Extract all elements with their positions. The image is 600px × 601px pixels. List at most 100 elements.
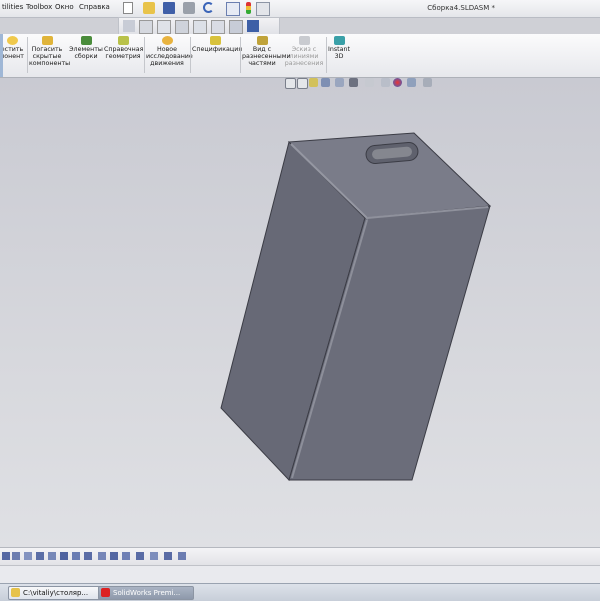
hide-components-button[interactable]: Погасить скрытые компоненты <box>29 36 70 67</box>
exploded-view-button[interactable]: Вид с разнесенными частями <box>242 36 291 67</box>
insert-component-button[interactable]: естить понент <box>0 36 24 60</box>
hide-show-items-icon[interactable] <box>365 78 374 87</box>
insert-component-icon <box>6 36 18 45</box>
undo-icon[interactable] <box>203 2 214 13</box>
bom-icon[interactable] <box>247 20 259 32</box>
exploded-view-label1: Вид с <box>252 46 272 53</box>
reference-geometry-label2: геометрия <box>105 53 141 60</box>
taskbar-solidworks-button[interactable]: SolidWorks Premi... <box>98 586 194 600</box>
bottom-tool-icon[interactable] <box>178 552 186 560</box>
taskbar-folder-label: C:\vitaliy\столяр... <box>23 589 89 597</box>
explode-line-label2: линиями <box>289 53 319 60</box>
bottom-tool-icon[interactable] <box>110 552 118 560</box>
reference-geometry-label1: Справочная <box>104 46 144 53</box>
graphics-area[interactable] <box>0 78 600 547</box>
bottom-tool-icon[interactable] <box>98 552 106 560</box>
reference-geometry-button[interactable]: Справочная геометрия <box>104 36 144 60</box>
ribbon-separator <box>27 37 28 73</box>
bill-of-materials-button[interactable]: Спецификация <box>192 36 242 53</box>
bottom-tool-icon[interactable] <box>48 552 56 560</box>
bottom-tool-icon[interactable] <box>72 552 80 560</box>
hide-components-label3: компоненты <box>29 60 71 67</box>
bottom-tool-icon[interactable] <box>122 552 130 560</box>
zoom-to-area-icon[interactable] <box>297 78 308 89</box>
ribbon-separator <box>240 37 241 73</box>
bottom-tool-icon[interactable] <box>60 552 68 560</box>
bottom-tool-icon[interactable] <box>36 552 44 560</box>
bom-table-icon <box>209 36 221 45</box>
previous-view-icon[interactable] <box>309 78 318 87</box>
more-options-icon[interactable] <box>423 78 432 87</box>
menu-window[interactable]: Окно <box>55 3 74 11</box>
select-cursor-icon[interactable] <box>226 2 240 16</box>
new-document-icon[interactable] <box>123 2 133 14</box>
edit-appearance-icon[interactable] <box>381 78 390 87</box>
solidworks-icon <box>101 588 110 597</box>
zoom-to-fit-icon[interactable] <box>285 78 296 89</box>
motion-study-icon <box>161 36 173 45</box>
explode-line-label1: Эскиз с <box>291 46 317 53</box>
menu-utilities[interactable]: tilities <box>2 3 23 11</box>
exploded-view-icon <box>256 36 268 45</box>
reference-geometry-icon <box>117 36 129 45</box>
options-icon[interactable] <box>256 2 270 16</box>
toolbar-grip-icon <box>123 20 135 32</box>
pattern-icon[interactable] <box>175 20 189 34</box>
menu-help[interactable]: Справка <box>79 3 110 11</box>
instant-3d-label2: 3D <box>334 53 344 60</box>
assembly-features-button[interactable]: Элементы сборки <box>68 36 104 60</box>
ribbon-left-edge <box>0 34 3 77</box>
status-bar <box>0 565 600 584</box>
scene-icon[interactable] <box>393 78 402 87</box>
new-motion-study-button[interactable]: Новое исследование движения <box>146 36 193 67</box>
ribbon-separator <box>190 37 191 73</box>
open-folder-icon[interactable] <box>143 2 155 14</box>
display-style-icon[interactable] <box>349 78 358 87</box>
bottom-tool-icon[interactable] <box>2 552 10 560</box>
save-icon[interactable] <box>163 2 175 14</box>
motion-study-label2: исследование <box>146 53 193 60</box>
bottom-tool-icon[interactable] <box>150 552 158 560</box>
document-title: Сборка4.SLDASM * <box>427 4 495 12</box>
bottom-tool-icon[interactable] <box>136 552 144 560</box>
move-icon[interactable] <box>193 20 207 34</box>
assembly-features-icon <box>80 36 92 45</box>
bottom-tool-icon[interactable] <box>24 552 32 560</box>
assembly-features-label1: Элементы <box>69 46 103 53</box>
folder-icon <box>11 588 20 597</box>
command-manager-ribbon: естить понент Погасить скрытые компонент… <box>0 34 600 78</box>
motion-study-label3: движения <box>150 60 184 67</box>
menu-toolbox[interactable]: Toolbox <box>26 3 52 11</box>
hide-components-icon <box>41 36 53 45</box>
windows-taskbar: C:\vitaliy\столяр... SolidWorks Premi... <box>0 583 600 601</box>
motion-study-label1: Новое <box>156 46 178 53</box>
ribbon-separator <box>144 37 145 73</box>
bottom-tool-icon[interactable] <box>84 552 92 560</box>
explode-line-sketch-icon <box>298 36 310 45</box>
insert-component-label1: естить <box>0 46 24 53</box>
view-settings-icon[interactable] <box>407 78 416 87</box>
taskbar-folder-button[interactable]: C:\vitaliy\столяр... <box>8 586 104 600</box>
exploded-view-label3: частями <box>248 60 276 67</box>
component-icon[interactable] <box>139 20 153 34</box>
bottom-toolbar <box>0 547 600 565</box>
assembly-features-label2: сборки <box>74 53 98 60</box>
insert-component-label2: понент <box>0 53 24 60</box>
taskbar-solidworks-label: SolidWorks Premi... <box>113 589 181 597</box>
section-view-icon[interactable] <box>321 78 330 87</box>
list-icon[interactable] <box>229 20 243 34</box>
view-orientation-icon[interactable] <box>335 78 344 87</box>
bottom-tool-icon[interactable] <box>12 552 20 560</box>
table-icon[interactable] <box>211 20 225 34</box>
model-canvas[interactable] <box>0 78 600 547</box>
menu-bar: tilities Toolbox Окно Справка Сборка4.SL… <box>0 0 600 18</box>
rebuild-icon[interactable] <box>246 2 251 14</box>
instant-3d-button[interactable]: Instant 3D <box>327 36 351 60</box>
mate-icon[interactable] <box>157 20 171 34</box>
instant-3d-icon <box>333 36 345 45</box>
bom-label: Спецификация <box>192 46 243 53</box>
bottom-tool-icon[interactable] <box>164 552 172 560</box>
explode-line-sketch-button[interactable]: Эскиз с линиями разнесения <box>284 36 324 67</box>
explode-line-label3: разнесения <box>284 60 324 67</box>
print-icon[interactable] <box>183 2 195 14</box>
